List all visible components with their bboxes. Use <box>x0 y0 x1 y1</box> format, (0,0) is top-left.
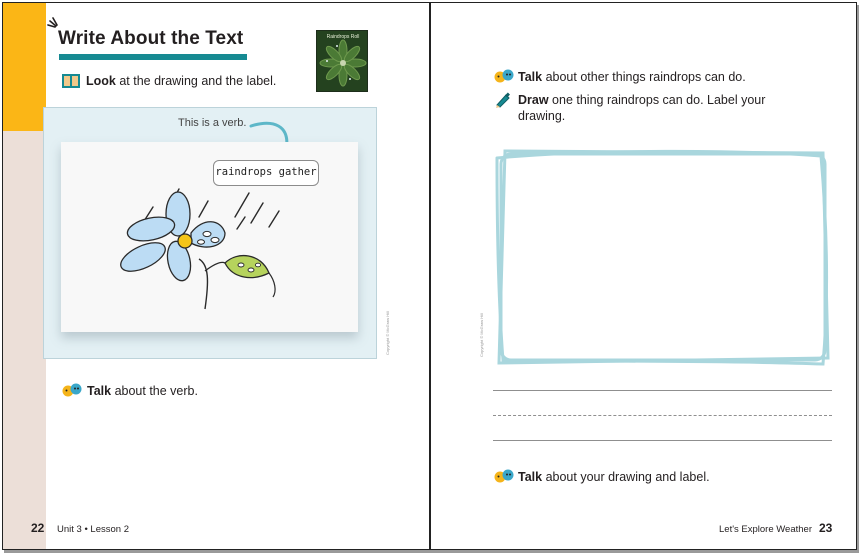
talk-bold-word: Talk <box>518 470 543 484</box>
page-number-right: 23 <box>819 521 833 535</box>
talk-other-things: Talk about other things raindrops can do… <box>518 70 746 84</box>
verb-note: This is a verb. <box>178 117 247 129</box>
title-underline-bar <box>59 54 247 60</box>
writing-line-bottom <box>493 440 832 441</box>
talk-prompt-text: about your drawing and label. <box>542 470 710 484</box>
draw-instruction-line1: Draw one thing raindrops can do. Label y… <box>518 93 765 107</box>
book-icon <box>62 74 80 88</box>
pencil-icon <box>496 92 510 108</box>
look-bold-word: Look <box>86 74 116 88</box>
talk-about-drawing: Talk about your drawing and label. <box>518 470 710 484</box>
copyright-note: Copyright © McGraw Hill <box>385 311 390 355</box>
leaf-cover-art <box>317 31 367 91</box>
writing-line-top <box>493 390 832 391</box>
talk-partners-icon <box>494 469 514 483</box>
draw-prompt-text: one thing raindrops can do. Label your <box>548 93 766 107</box>
book-title-footer: Let's Explore Weather <box>719 524 812 535</box>
draw-instruction-line2: drawing. <box>518 109 566 123</box>
talk-about-verb: Talk about the verb. <box>87 384 198 398</box>
writing-line-dashed <box>493 415 832 416</box>
talk-partners-icon <box>62 383 82 397</box>
gold-tab <box>3 3 46 131</box>
page-number-left: 22 <box>31 521 45 535</box>
left-page: Write About the Text Raindrops Roll Look… <box>3 3 430 549</box>
drawing-area[interactable] <box>493 146 833 368</box>
left-margin-strip <box>3 3 46 549</box>
talk-bold-word: Talk <box>518 70 543 84</box>
copyright-note: Copyright © McGraw Hill <box>479 313 484 357</box>
book-spread: Write About the Text Raindrops Roll Look… <box>2 2 857 550</box>
talk-partners-icon <box>494 69 514 83</box>
look-instruction: Look at the drawing and the label. <box>86 74 276 88</box>
talk-prompt-text: about other things raindrops can do. <box>542 70 746 84</box>
flower-drawing <box>120 188 280 310</box>
book-cover-thumbnail: Raindrops Roll <box>316 30 368 92</box>
page-title: Write About the Text <box>58 28 244 49</box>
draw-bold-word: Draw <box>518 93 549 107</box>
look-instruction-text: at the drawing and the label. <box>115 74 277 88</box>
talk-prompt-text: about the verb. <box>111 384 198 398</box>
unit-lesson-footer: Unit 3 • Lesson 2 <box>57 524 129 535</box>
book-cover-title: Raindrops Roll <box>326 34 360 40</box>
talk-bold-word: Talk <box>87 384 112 398</box>
